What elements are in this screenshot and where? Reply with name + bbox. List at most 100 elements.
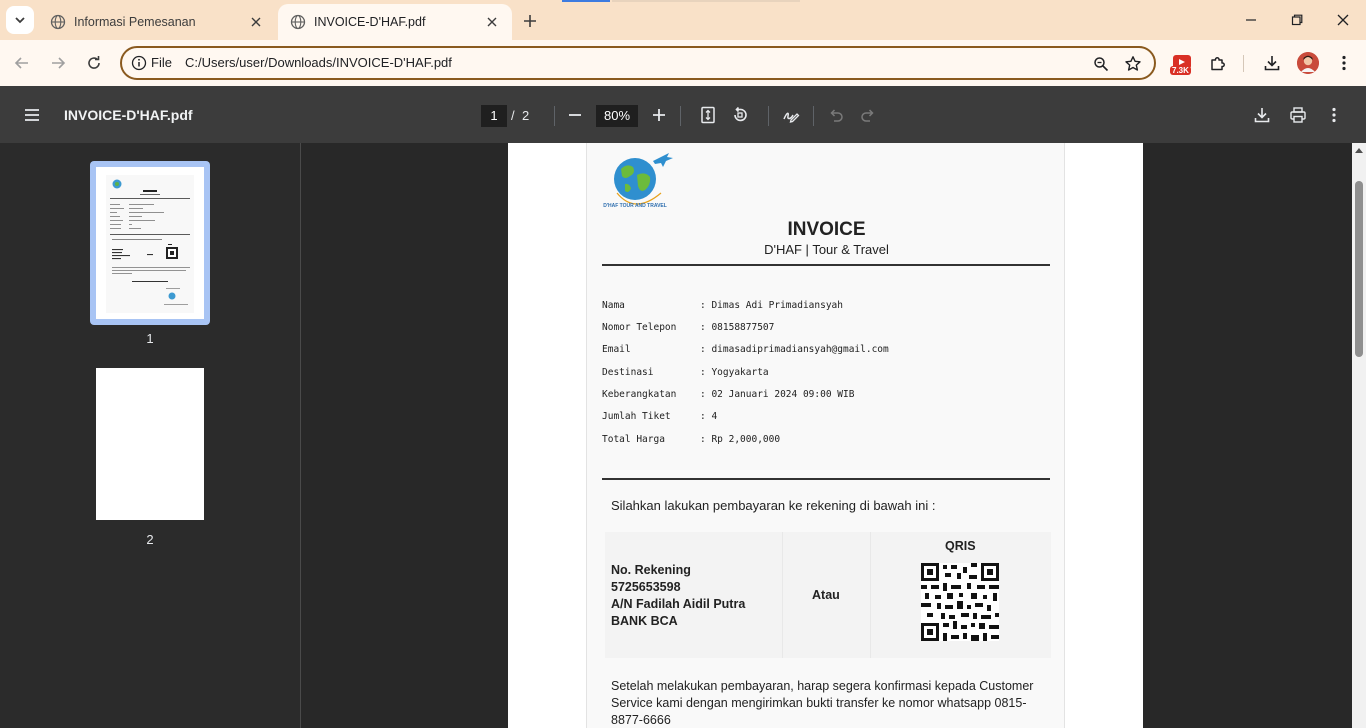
or-label: Atau	[812, 588, 840, 602]
thumbnail-page-1-image	[96, 167, 204, 319]
close-window-button[interactable]	[1320, 0, 1366, 40]
draw-icon	[783, 112, 800, 123]
tab-strip-accent	[612, 0, 800, 2]
fit-page-button[interactable]	[696, 103, 720, 127]
toolbar-divider	[680, 106, 681, 126]
page-number-input[interactable]: 1	[481, 105, 507, 127]
minimize-button[interactable]	[1228, 0, 1274, 40]
downloads-button[interactable]	[1260, 51, 1284, 75]
forward-button[interactable]	[44, 49, 72, 77]
tab-loading-accent	[562, 0, 610, 2]
zoom-in-button[interactable]	[647, 103, 671, 127]
more-vert-icon	[1332, 107, 1336, 123]
field-label: Nomor Telepon	[602, 322, 677, 333]
bank-account-label: No. Rekening	[611, 563, 691, 577]
browser-toolbar: File C:/Users/user/Downloads/INVOICE-D'H…	[0, 40, 1366, 86]
close-icon	[1337, 14, 1349, 26]
new-tab-button[interactable]	[517, 8, 543, 34]
table-divider	[782, 532, 783, 658]
divider	[602, 478, 1050, 480]
toolbar-divider	[554, 106, 555, 126]
tab-informasi-pemesanan[interactable]: Informasi Pemesanan	[38, 4, 276, 40]
download-icon	[1264, 56, 1280, 71]
more-vert-icon	[1342, 55, 1346, 71]
field-value: : 08158877507	[700, 322, 775, 333]
url-text[interactable]: C:/Users/user/Downloads/INVOICE-D'HAF.pd…	[185, 55, 452, 70]
thumbnail-page-2[interactable]	[96, 368, 204, 520]
field-label: Destinasi	[602, 367, 654, 378]
sidebar-toggle-button[interactable]	[20, 103, 44, 127]
reload-button[interactable]	[80, 49, 108, 77]
minus-icon	[569, 114, 581, 116]
field-label: Jumlah Tiket	[602, 411, 671, 422]
field-label: Keberangkatan	[602, 389, 677, 400]
divider	[602, 264, 1050, 266]
undo-button[interactable]	[824, 103, 848, 127]
minimize-icon	[1246, 19, 1256, 21]
document-viewer[interactable]: D'HAF TOUR AND TRAVEL INVOICE D'HAF | To…	[301, 143, 1352, 728]
tab-search-button[interactable]	[6, 6, 34, 34]
pdf-download-button[interactable]	[1250, 103, 1274, 127]
tab-title: INVOICE-D'HAF.pdf	[314, 15, 426, 29]
pdf-more-button[interactable]	[1322, 103, 1346, 127]
zoom-input[interactable]: 80%	[596, 105, 638, 127]
tab-invoice-pdf[interactable]: INVOICE-D'HAF.pdf	[278, 4, 512, 40]
bank-account-holder: A/N Fadilah Aidil Putra	[611, 597, 746, 611]
scrollbar-thumb[interactable]	[1355, 181, 1363, 357]
scrollbar[interactable]	[1352, 143, 1366, 728]
close-icon[interactable]	[482, 12, 502, 32]
toolbar-divider	[1243, 55, 1244, 72]
browser-menu-button[interactable]	[1332, 51, 1356, 75]
zoom-out-button[interactable]	[563, 103, 587, 127]
arrow-right-icon	[52, 57, 66, 69]
page-separator: /	[511, 108, 515, 123]
zoom-icon[interactable]	[1090, 53, 1112, 75]
restore-button[interactable]	[1274, 0, 1320, 40]
redo-icon	[861, 109, 874, 122]
invoice-content: D'HAF TOUR AND TRAVEL INVOICE D'HAF | To…	[586, 143, 1065, 728]
star-icon[interactable]	[1122, 53, 1144, 75]
tab-strip: Informasi Pemesanan INVOICE-D'HAF.pdf	[0, 0, 1366, 40]
bank-name: BANK BCA	[611, 614, 678, 628]
scroll-up-icon[interactable]	[1355, 147, 1363, 153]
field-value: : 02 Januari 2024 09:00 WIB	[700, 389, 855, 400]
bank-details: No. Rekening 5725653598 A/N Fadilah Aidi…	[611, 562, 745, 630]
qris-label: QRIS	[945, 539, 976, 553]
extensions-button[interactable]	[1206, 51, 1230, 75]
thumbnail-label: 1	[146, 331, 154, 346]
logo-text: D'HAF TOUR AND TRAVEL	[603, 203, 667, 209]
annotate-button[interactable]	[779, 103, 803, 127]
page-total: 2	[522, 108, 530, 123]
field-value: : Dimas Adi Primadiansyah	[700, 300, 843, 311]
redo-button[interactable]	[856, 103, 880, 127]
address-bar[interactable]: File C:/Users/user/Downloads/INVOICE-D'H…	[120, 46, 1156, 80]
globe-icon	[290, 14, 306, 30]
bank-account-number: 5725653598	[611, 580, 681, 594]
field-label: Total Harga	[602, 434, 665, 445]
pdf-page: D'HAF TOUR AND TRAVEL INVOICE D'HAF | To…	[508, 143, 1143, 728]
pdf-toolbar: INVOICE-D'HAF.pdf 1 / 2 80%	[0, 86, 1366, 143]
url-scheme: File	[151, 55, 172, 70]
close-icon[interactable]	[246, 12, 266, 32]
avatar[interactable]	[1297, 52, 1319, 74]
info-icon[interactable]	[131, 55, 147, 71]
table-divider	[870, 532, 871, 658]
toolbar-divider	[813, 106, 814, 126]
dhaf-logo: D'HAF TOUR AND TRAVEL	[603, 153, 673, 209]
extension-button[interactable]: 7.3K	[1170, 53, 1194, 77]
rotate-icon	[734, 106, 747, 122]
chevron-down-icon	[15, 17, 25, 24]
invoice-subtitle: D'HAF | Tour & Travel	[764, 242, 889, 257]
plus-icon	[524, 15, 536, 27]
payment-intro: Silahkan lakukan pembayaran ke rekening …	[611, 498, 936, 513]
field-label: Nama	[602, 300, 625, 311]
back-button[interactable]	[8, 49, 36, 77]
field-value: : Rp 2,000,000	[700, 434, 781, 445]
print-button[interactable]	[1286, 103, 1310, 127]
thumbnail-label: 2	[146, 532, 154, 547]
fit-page-icon	[701, 106, 715, 124]
toolbar-divider	[768, 106, 769, 126]
field-value: : Yogyakarta	[700, 367, 769, 378]
rotate-button[interactable]	[728, 103, 752, 127]
tab-title: Informasi Pemesanan	[74, 15, 196, 29]
